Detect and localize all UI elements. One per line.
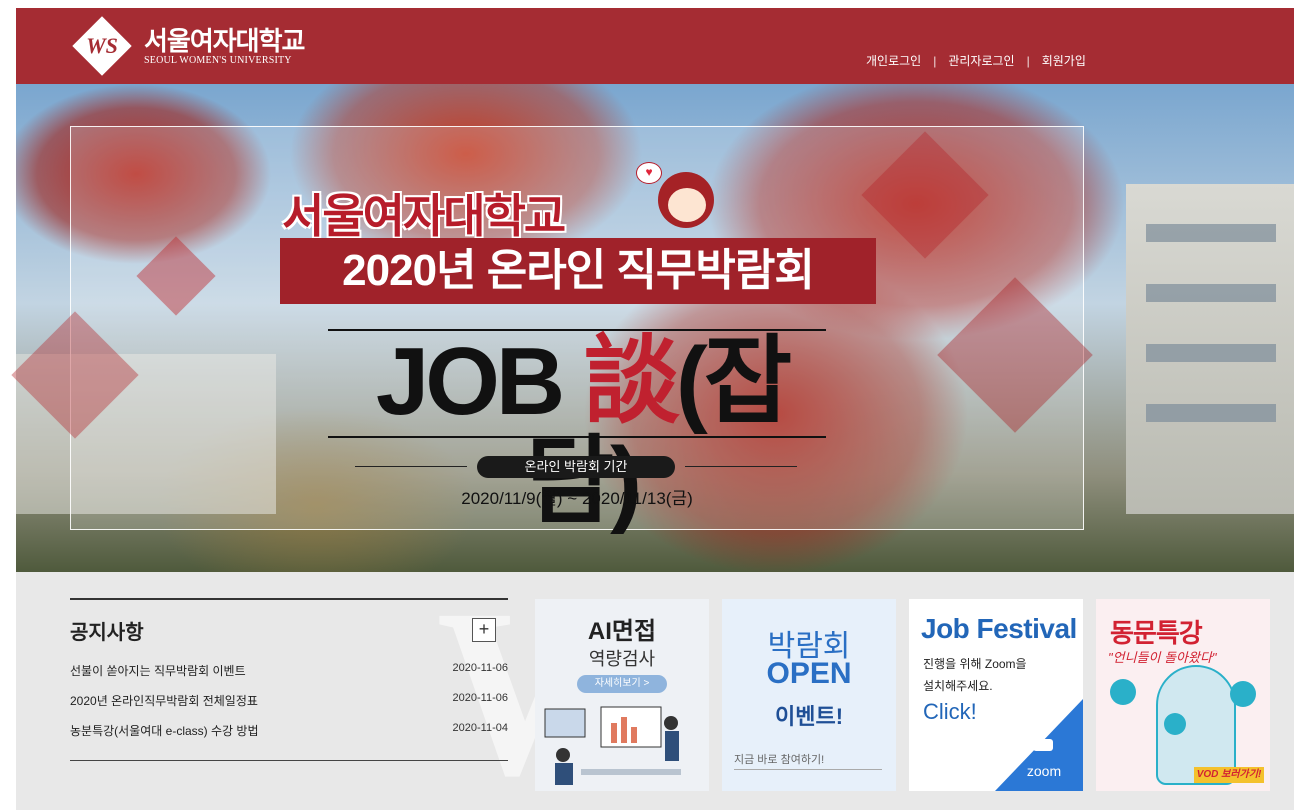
- logo-english-name: SEOUL WOMEN'S UNIVERSITY: [144, 54, 292, 66]
- alumni-lecture-title: 동문특강: [1110, 618, 1203, 648]
- logo-emblem-icon: WS: [72, 16, 132, 76]
- fair-open-join-link[interactable]: 지금 바로 참여하기!: [734, 751, 824, 767]
- notice-board: 공지사항: [70, 598, 508, 644]
- nav-separator: |: [1026, 53, 1030, 68]
- notice-title: 공지사항: [70, 622, 144, 644]
- play-icon: [1164, 713, 1186, 735]
- job-festival-click[interactable]: Click!: [923, 699, 977, 725]
- alumni-lecture-card[interactable]: 동문특강 "언니들이 돌아왔다" VOD 보러가기!: [1096, 599, 1270, 791]
- notice-divider: [70, 760, 508, 761]
- notice-item[interactable]: 선불이 쏟아지는 직무박람회 이벤트 2020-11-06: [70, 662, 508, 679]
- period-label-badge: 온라인 박람회 기간: [477, 456, 675, 478]
- vod-watch-button[interactable]: VOD 보러가기!: [1194, 767, 1264, 783]
- period-label-row: 온라인 박람회 기간: [355, 456, 797, 478]
- signup-link[interactable]: 회원가입: [1042, 52, 1086, 69]
- fair-open-line2: OPEN: [766, 657, 852, 690]
- alumni-lecture-subtitle: "언니들이 돌아왔다": [1108, 650, 1217, 665]
- notice-item-date: 2020-11-06: [452, 662, 508, 674]
- ai-interview-subtitle: 역량검사: [588, 649, 656, 669]
- hero-event-title: 2020년 온라인 직무박람회: [280, 238, 876, 304]
- notice-item[interactable]: 농분특강(서울여대 e-class) 수강 방법 2020-11-04: [70, 722, 508, 739]
- camera-icon: [1033, 739, 1053, 751]
- logo-korean-name: 서울여자대학교: [144, 25, 305, 56]
- interview-scene-icon: [544, 706, 681, 785]
- notice-item-title[interactable]: 2020년 온라인직무박람회 전체일정표: [70, 692, 258, 709]
- arrow-line-icon: [734, 769, 882, 770]
- thumbs-up-icon: [1230, 681, 1256, 707]
- hero-university-title: 서울여자대학교: [282, 190, 566, 242]
- building-background: [1126, 184, 1294, 514]
- job-festival-text1: 진행을 위해 Zoom을: [923, 657, 1027, 671]
- notice-more-button[interactable]: +: [472, 618, 496, 642]
- job-festival-title: Job Festival: [921, 613, 1077, 644]
- notice-item-title[interactable]: 선불이 쏟아지는 직무박람회 이벤트: [70, 662, 246, 679]
- heart-bubble-icon: ♥: [636, 162, 662, 184]
- character-illustration-icon: ♥: [636, 162, 726, 242]
- job-festival-card[interactable]: Job Festival 진행을 위해 Zoom을 설치해주세요. Click!…: [909, 599, 1083, 791]
- personal-login-link[interactable]: 개인로그인: [866, 52, 921, 69]
- top-navigation: 개인로그인 | 관리자로그인 | 회원가입: [866, 52, 1086, 69]
- ai-interview-card[interactable]: AI면접 역량검사 자세히보기 >: [535, 599, 709, 791]
- ai-interview-title: AI면접: [587, 618, 657, 645]
- nav-separator: |: [933, 53, 937, 68]
- notice-item-date: 2020-11-04: [452, 722, 508, 734]
- fair-open-line3: 이벤트!: [774, 704, 844, 729]
- job-festival-text2: 설치해주세요.: [923, 679, 993, 693]
- zoom-label: zoom: [1026, 763, 1062, 779]
- fair-open-event-card[interactable]: 박람회 OPEN 이벤트! 지금 바로 참여하기!: [722, 599, 896, 791]
- event-period: 2020/11/9(월) ~ 2020/11/13(금): [461, 489, 693, 508]
- university-logo[interactable]: WS 서울여자대학교 SEOUL WOMEN'S UNIVERSITY: [72, 16, 305, 76]
- title-rule: [328, 436, 826, 438]
- notice-item[interactable]: 2020년 온라인직무박람회 전체일정표 2020-11-06: [70, 692, 508, 709]
- ai-interview-detail-button[interactable]: 자세히보기 >: [577, 675, 667, 693]
- admin-login-link[interactable]: 관리자로그인: [948, 52, 1014, 69]
- notice-item-date: 2020-11-06: [452, 692, 508, 704]
- site-header: WS 서울여자대학교 SEOUL WOMEN'S UNIVERSITY 개인로그…: [16, 8, 1294, 84]
- notice-item-title[interactable]: 농분특강(서울여대 e-class) 수강 방법: [70, 722, 259, 739]
- wifi-icon: [1110, 679, 1136, 705]
